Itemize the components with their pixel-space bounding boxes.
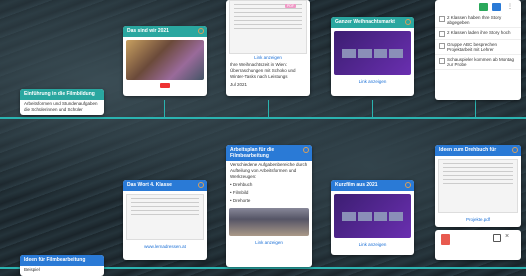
video-link[interactable]: Link anzeigen xyxy=(331,78,414,85)
card-einfuehrung[interactable]: Einführung in die Filmbildung Arbeitsfor… xyxy=(20,89,104,115)
pin-icon[interactable] xyxy=(405,19,411,25)
checkbox[interactable] xyxy=(439,43,445,49)
pin-icon[interactable] xyxy=(512,147,518,153)
card-title: Einführung in die Filmbildung xyxy=(20,89,104,100)
video-thumbnail[interactable] xyxy=(334,31,411,75)
card-text: Beispiel xyxy=(24,267,40,272)
card-arbeitsplan[interactable]: Arbeitsplan für die Filmbearbeitung Vers… xyxy=(226,145,312,267)
card-attachment[interactable]: × xyxy=(435,230,521,260)
card-bullet: • Drehbuch xyxy=(230,182,253,187)
checkbox[interactable] xyxy=(439,58,445,64)
pin-icon[interactable] xyxy=(303,147,309,153)
web-link[interactable]: www.lernadressen.at xyxy=(123,243,207,250)
card-das-wort[interactable]: Das Wort 4. Klasse www.lernadressen.at xyxy=(123,180,207,260)
timeline-top xyxy=(0,117,526,119)
card-title: Ganzer Weihnachtsmarkt xyxy=(331,17,414,28)
close-icon[interactable]: × xyxy=(505,233,509,240)
share-button[interactable] xyxy=(492,3,501,11)
connector xyxy=(164,100,165,117)
checkbox[interactable] xyxy=(439,16,445,22)
checkbox[interactable] xyxy=(439,31,445,37)
street-image xyxy=(229,208,309,236)
card-text: Arbeitsformen und Stundenaufgaben die Sc… xyxy=(24,101,98,112)
add-button[interactable] xyxy=(479,3,488,11)
card-filmbearbeitung[interactable]: Ideen für Filmbearbeitung Beispiel xyxy=(20,255,104,276)
card-title: Ideen zum Drehbuch für xyxy=(435,145,521,156)
card-title: Das sind wir 2021 xyxy=(123,26,207,37)
card-drehbuch[interactable]: Ideen zum Drehbuch für Projekte.pdf xyxy=(435,145,521,227)
card-kurzfilm[interactable]: Kurzfilm aus 2021 Link anzeigen xyxy=(331,180,414,255)
connector xyxy=(372,100,373,117)
card-title: Ideen für Filmbearbeitung xyxy=(20,255,104,266)
connector xyxy=(268,100,269,117)
card-title: Das Wort 4. Klasse xyxy=(123,180,207,191)
document-thumbnail: PDF xyxy=(229,0,307,54)
card-title: Arbeitsplan für die Filmbearbeitung xyxy=(226,145,312,161)
card-date: Jul 2021 xyxy=(230,82,248,87)
collage-image xyxy=(126,40,204,80)
video-link[interactable]: Link anzeigen xyxy=(331,241,414,248)
card-bullet: • Filmbild xyxy=(230,190,249,195)
task-item[interactable]: 2 Klassen haben Ihre Story abgegeben xyxy=(435,13,521,28)
download-icon[interactable] xyxy=(493,234,501,242)
task-item[interactable]: Schauspieler kommen ab Montag zur Probe xyxy=(435,55,521,70)
pin-icon[interactable] xyxy=(405,182,411,188)
pin-icon[interactable] xyxy=(198,28,204,34)
task-item[interactable]: 2 Klassen laden ihre Story hoch xyxy=(435,28,521,40)
document-link[interactable]: Link anzeigen xyxy=(226,54,310,61)
card-link[interactable]: Link anzeigen xyxy=(226,239,312,246)
document-thumbnail xyxy=(438,159,518,213)
youtube-icon[interactable] xyxy=(160,83,170,88)
connector xyxy=(475,100,476,117)
card-document[interactable]: PDF Link anzeigen Ihre Weihnachtszeit in… xyxy=(226,0,310,96)
webpage-thumbnail xyxy=(126,194,204,240)
pdf-badge: PDF xyxy=(285,4,296,8)
card-task-list[interactable]: ⋮ 2 Klassen haben Ihre Story abgegeben 2… xyxy=(435,0,521,100)
task-item[interactable]: Gruppe ABC besprechen Projektarbeit mit … xyxy=(435,40,521,55)
file-link[interactable]: Projekte.pdf xyxy=(435,216,521,223)
video-thumbnail[interactable] xyxy=(334,194,411,238)
card-title: Kurzfilm aus 2021 xyxy=(331,180,414,191)
card-text: Verschiedene Aufgabenbereiche durch Auft… xyxy=(230,162,308,179)
card-das-sind-wir[interactable]: Das sind wir 2021 xyxy=(123,26,207,96)
pdf-icon xyxy=(441,234,450,245)
pin-icon[interactable] xyxy=(198,182,204,188)
card-bullet: • Drehorte xyxy=(230,198,251,203)
more-menu-icon[interactable]: ⋮ xyxy=(507,3,513,10)
card-bullet: Ihre Weihnachtszeit in Wien: Überraschun… xyxy=(230,62,296,79)
card-weihnachtsmarkt[interactable]: Ganzer Weihnachtsmarkt Link anzeigen xyxy=(331,17,414,96)
